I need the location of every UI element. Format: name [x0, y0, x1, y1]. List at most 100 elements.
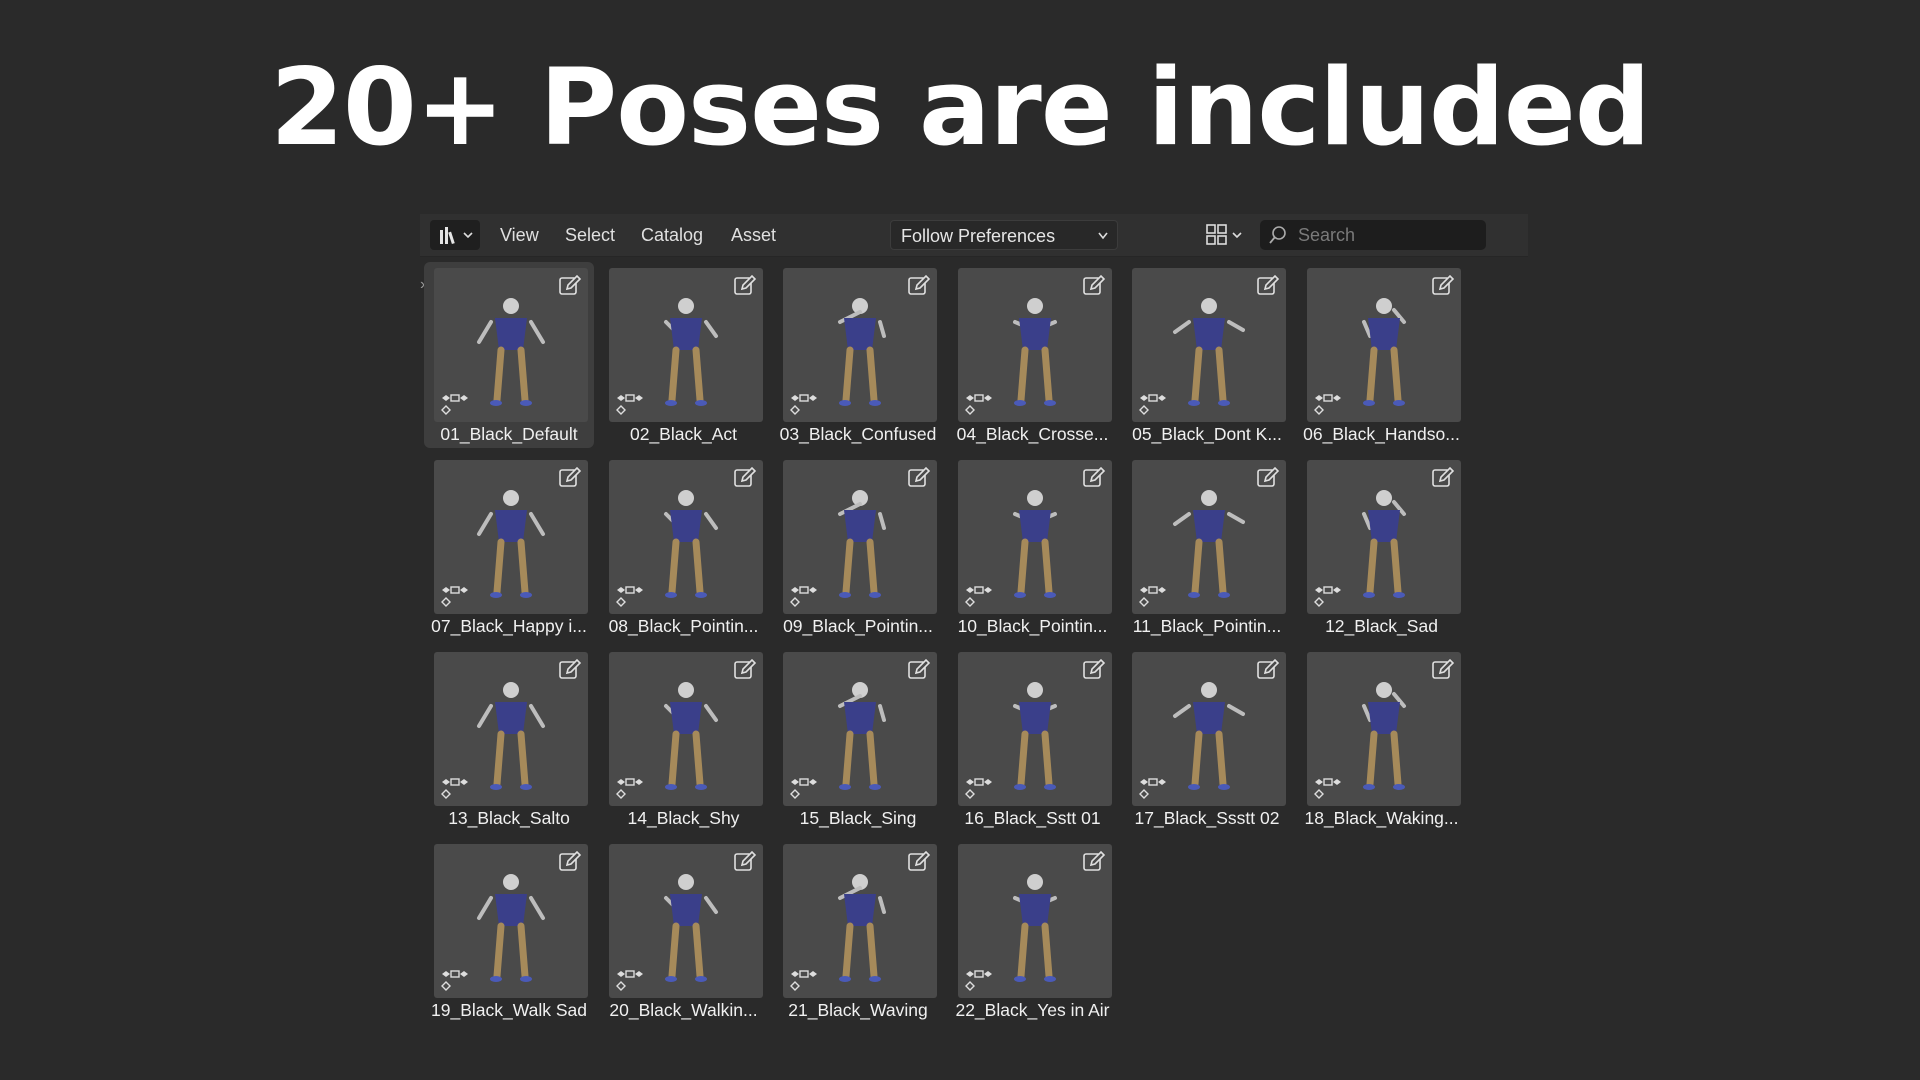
asset-tile[interactable]: 04_Black_Crosse...	[948, 262, 1118, 448]
asset-thumbnail	[1132, 460, 1286, 614]
edit-pencil-icon[interactable]	[558, 658, 582, 682]
edit-pencil-icon[interactable]	[907, 274, 931, 298]
asset-label: 20_Black_Walkin...	[609, 1000, 758, 1020]
pose-action-icon	[790, 394, 817, 415]
edit-pencil-icon[interactable]	[907, 658, 931, 682]
asset-thumbnail	[1132, 652, 1286, 806]
asset-thumbnail	[1306, 460, 1461, 614]
menu-view[interactable]: View	[500, 214, 539, 256]
library-dropdown-value: Follow Preferences	[901, 226, 1056, 246]
asset-tile[interactable]: 18_Black_Waking...	[1297, 646, 1467, 832]
view-mode-button[interactable]	[1200, 220, 1246, 250]
edit-pencil-icon[interactable]	[1431, 466, 1455, 490]
asset-tile[interactable]: 14_Black_Shy	[599, 646, 769, 832]
pose-action-icon	[441, 778, 468, 799]
menu-asset[interactable]: Asset	[731, 214, 776, 256]
pose-figure-image	[1012, 490, 1057, 598]
library-dropdown[interactable]: Follow Preferences	[890, 220, 1118, 250]
asset-tile[interactable]: 09_Black_Pointin...	[773, 454, 943, 640]
asset-tile[interactable]: 07_Black_Happy i...	[424, 454, 594, 640]
pose-action-icon	[441, 394, 468, 415]
asset-thumbnail	[608, 652, 763, 806]
asset-label: 06_Black_Handso...	[1303, 424, 1460, 444]
asset-tile[interactable]: 17_Black_Ssstt 02	[1122, 646, 1292, 832]
edit-pencil-icon[interactable]	[1082, 466, 1106, 490]
pose-figure-image	[663, 298, 718, 406]
asset-tile[interactable]: 21_Black_Waving	[773, 838, 943, 1024]
edit-pencil-icon[interactable]	[558, 850, 582, 874]
edit-pencil-icon[interactable]	[558, 274, 582, 298]
asset-thumbnail	[783, 652, 937, 806]
asset-label: 08_Black_Pointin...	[608, 616, 759, 636]
asset-tile[interactable]: 10_Black_Pointin...	[948, 454, 1118, 640]
asset-tile[interactable]: 22_Black_Yes in Air	[948, 838, 1118, 1024]
asset-tile[interactable]: 15_Black_Sing	[773, 646, 943, 832]
asset-thumbnail	[783, 460, 937, 614]
asset-thumbnail	[434, 844, 588, 998]
edit-pencil-icon[interactable]	[907, 466, 931, 490]
pose-figure-image	[1361, 682, 1406, 790]
pose-action-icon	[1139, 394, 1166, 415]
edit-pencil-icon[interactable]	[733, 850, 757, 874]
edit-pencil-icon[interactable]	[733, 658, 757, 682]
pose-action-icon	[964, 970, 992, 991]
menu-catalog[interactable]: Catalog	[641, 214, 703, 256]
edit-pencil-icon[interactable]	[558, 466, 582, 490]
pose-figure-image	[838, 874, 886, 982]
pose-action-icon	[964, 778, 992, 799]
pose-figure-image	[1173, 490, 1245, 598]
edit-pencil-icon[interactable]	[1256, 466, 1280, 490]
asset-tile[interactable]: 03_Black_Confused	[773, 262, 943, 448]
pose-action-icon	[441, 970, 468, 991]
edit-pencil-icon[interactable]	[1431, 274, 1455, 298]
asset-thumbnail	[434, 268, 588, 422]
editor-type-button[interactable]	[430, 220, 480, 250]
pose-figure-image	[1012, 298, 1057, 406]
asset-thumbnail	[608, 268, 763, 422]
asset-label: 22_Black_Yes in Air	[955, 1000, 1110, 1020]
asset-thumbnail	[957, 652, 1112, 806]
asset-label: 04_Black_Crosse...	[956, 424, 1109, 444]
asset-tile[interactable]: 16_Black_Sstt 01	[948, 646, 1118, 832]
pose-figure-image	[838, 490, 886, 598]
asset-thumbnail	[783, 268, 937, 422]
asset-tile[interactable]: 13_Black_Salto	[424, 646, 594, 832]
asset-label: 16_Black_Sstt 01	[964, 808, 1101, 828]
search-input[interactable]	[1296, 223, 1470, 247]
menu-select[interactable]: Select	[565, 214, 615, 256]
asset-label: 03_Black_Confused	[779, 424, 937, 444]
edit-pencil-icon[interactable]	[1256, 658, 1280, 682]
page-headline: 20+ Poses are included	[270, 46, 1650, 169]
pose-action-icon	[1313, 586, 1341, 607]
edit-pencil-icon[interactable]	[1082, 850, 1106, 874]
edit-pencil-icon[interactable]	[1082, 274, 1106, 298]
pose-figure-image	[663, 682, 718, 790]
edit-pencil-icon[interactable]	[733, 466, 757, 490]
asset-tile[interactable]: 19_Black_Walk Sad	[424, 838, 594, 1024]
chevron-down-icon	[463, 232, 473, 239]
pose-action-icon	[790, 586, 817, 607]
edit-pencil-icon[interactable]	[1082, 658, 1106, 682]
asset-tile[interactable]: 12_Black_Sad	[1297, 454, 1467, 640]
asset-thumbnail	[1306, 652, 1461, 806]
edit-pencil-icon[interactable]	[907, 850, 931, 874]
asset-tile[interactable]: 01_Black_Default	[424, 262, 594, 448]
asset-tile[interactable]: 06_Black_Handso...	[1297, 262, 1467, 448]
asset-thumbnail	[434, 460, 588, 614]
asset-label: 13_Black_Salto	[448, 808, 570, 828]
asset-tile[interactable]: 08_Black_Pointin...	[599, 454, 769, 640]
edit-pencil-icon[interactable]	[733, 274, 757, 298]
asset-tile[interactable]: 02_Black_Act	[599, 262, 769, 448]
asset-tile[interactable]: 11_Black_Pointin...	[1122, 454, 1292, 640]
edit-pencil-icon[interactable]	[1256, 274, 1280, 298]
asset-label: 17_Black_Ssstt 02	[1134, 808, 1280, 828]
asset-label: 12_Black_Sad	[1325, 616, 1438, 636]
pose-figure-image	[477, 682, 545, 790]
asset-thumbnail	[957, 844, 1112, 998]
pose-figure-image	[1173, 682, 1245, 790]
asset-tile[interactable]: 05_Black_Dont K...	[1122, 262, 1292, 448]
pose-figure-image	[1173, 298, 1245, 406]
search-field[interactable]	[1260, 220, 1486, 250]
asset-tile[interactable]: 20_Black_Walkin...	[599, 838, 769, 1024]
edit-pencil-icon[interactable]	[1431, 658, 1455, 682]
